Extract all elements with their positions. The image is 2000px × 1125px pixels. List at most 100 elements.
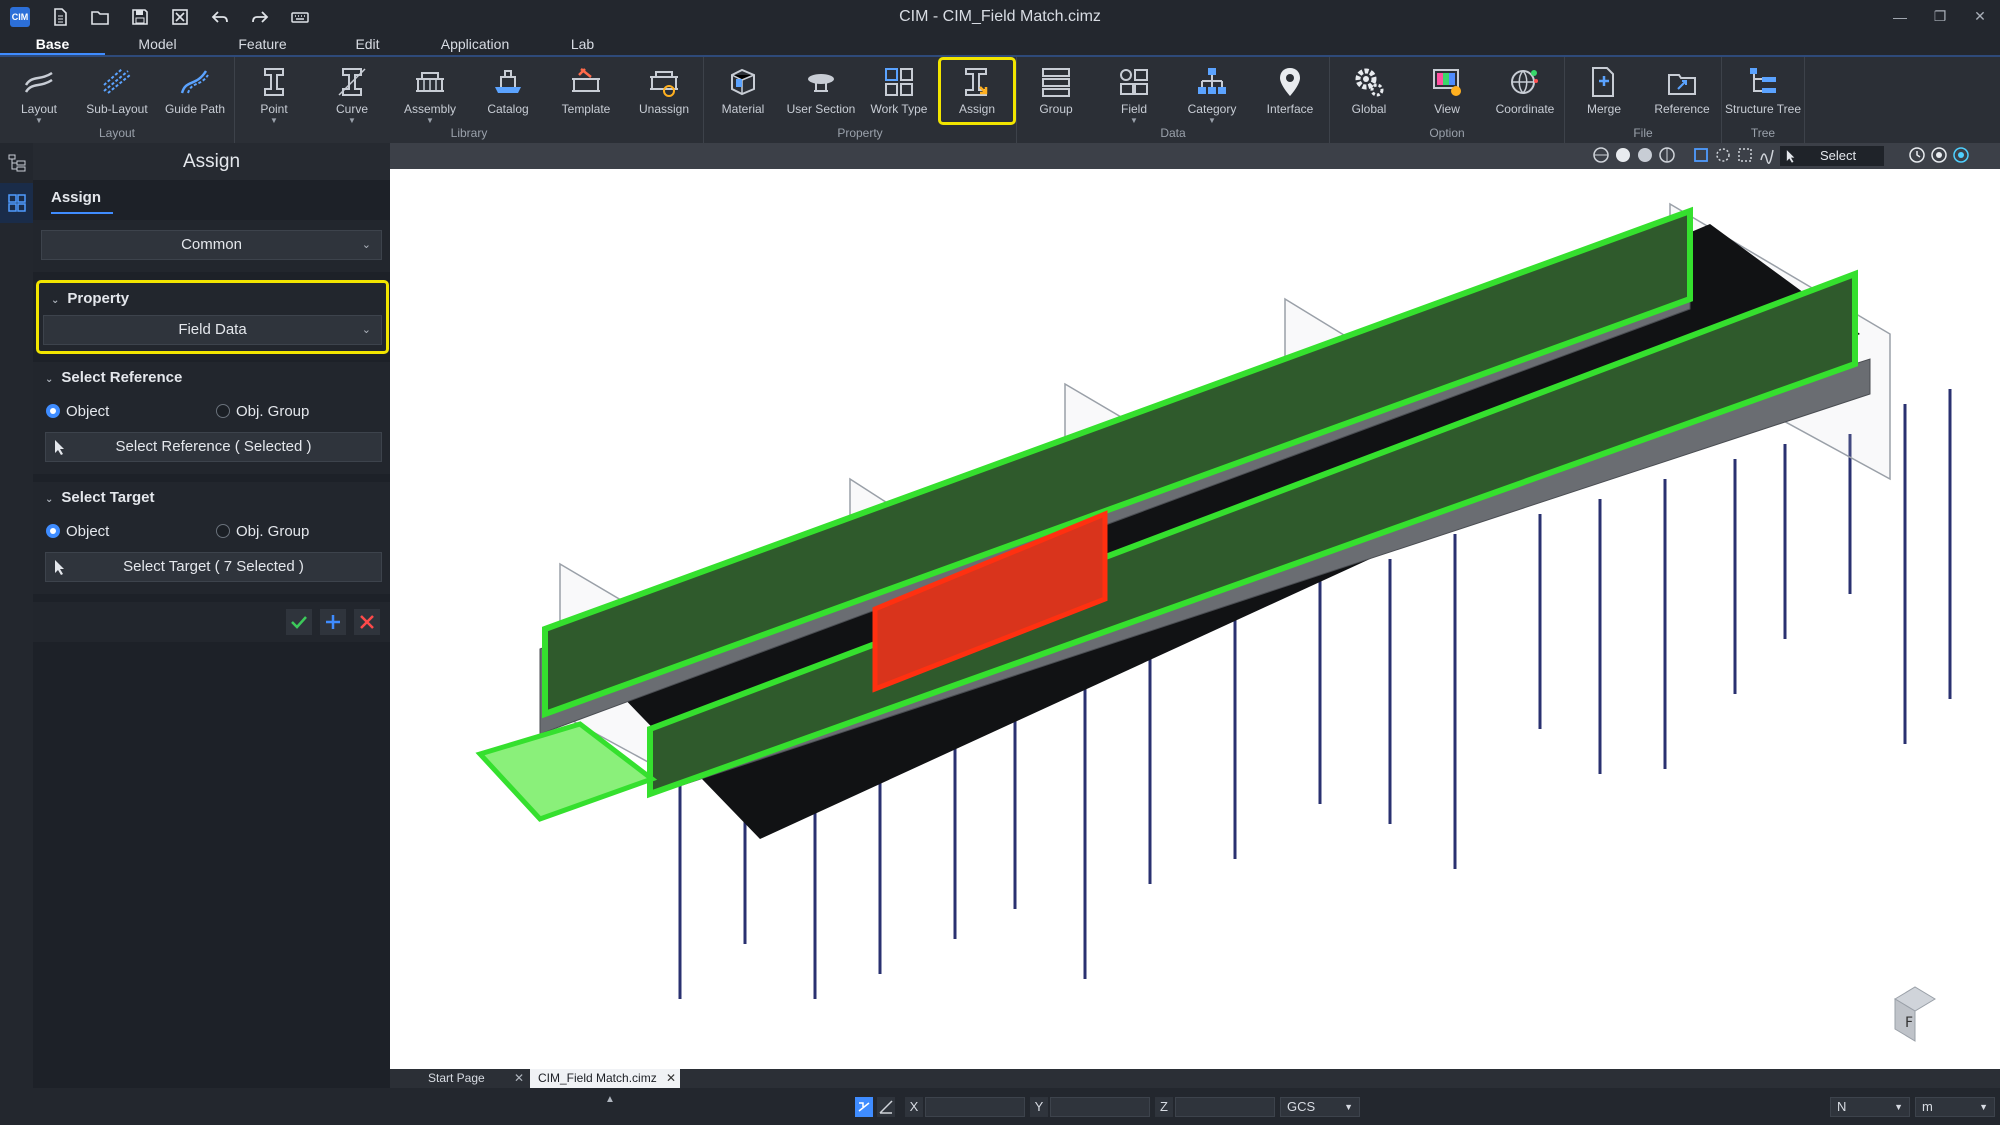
tab-edit[interactable]: Edit <box>315 33 420 55</box>
orbit-button[interactable] <box>1592 146 1610 164</box>
property-dropdown[interactable]: Field Data ⌄ <box>43 315 382 345</box>
ribbon-group-label: Property <box>837 126 883 140</box>
tab-field-match[interactable]: CIM_Field Match.cimz ✕ <box>530 1069 680 1088</box>
common-dropdown[interactable]: Common ⌄ <box>41 230 382 260</box>
point-label: Point <box>260 102 288 116</box>
cancel-button[interactable] <box>354 609 380 635</box>
close-icon[interactable]: ✕ <box>666 1069 676 1088</box>
select-reference-header[interactable]: ⌄ Select Reference <box>33 362 390 394</box>
reference-button[interactable]: Reference <box>1643 57 1721 125</box>
tab-feature[interactable]: Feature <box>210 33 315 55</box>
select-reference-section: ⌄ Select Reference Object Obj. Group Sele… <box>33 362 390 474</box>
folder-open-icon <box>91 10 109 25</box>
curve-button[interactable]: Curve ▼ <box>313 57 391 125</box>
keyboard-button[interactable] <box>280 0 320 33</box>
unit-dropdown[interactable]: m ▼ <box>1915 1097 1995 1117</box>
snap-toggle-button[interactable] <box>855 1097 873 1117</box>
settings-button[interactable] <box>1952 146 1970 164</box>
save-button[interactable] <box>120 0 160 33</box>
merge-button[interactable]: Merge <box>1565 57 1643 125</box>
apply-button[interactable] <box>286 609 312 635</box>
select-mode-dropdown[interactable]: Select <box>1780 146 1884 166</box>
point-icon <box>264 68 284 96</box>
camera-button[interactable] <box>1930 146 1948 164</box>
view-button[interactable]: View <box>1408 57 1486 125</box>
coordinate-button[interactable]: Coordinate <box>1486 57 1564 125</box>
property-header[interactable]: ⌄ Property <box>39 283 386 315</box>
z-coordinate-field[interactable] <box>1175 1097 1275 1117</box>
tab-model[interactable]: Model <box>105 33 210 55</box>
quick-access-toolbar <box>40 0 320 33</box>
wire-sphere-icon <box>1659 147 1675 163</box>
sub-layout-button[interactable]: Sub-Layout <box>78 57 156 125</box>
ortho-toggle-button[interactable] <box>877 1097 895 1117</box>
select-reference-button[interactable]: Select Reference ( Selected ) <box>45 432 382 462</box>
box-select-button[interactable] <box>1692 146 1710 164</box>
group-button[interactable]: Group <box>1017 57 1095 125</box>
target-group-radio[interactable] <box>216 524 230 538</box>
x-coordinate-field[interactable] <box>925 1097 1025 1117</box>
select-target-button[interactable]: Select Target ( 7 Selected ) <box>45 552 382 582</box>
reference-label: Reference <box>1654 102 1710 116</box>
restore-button[interactable]: ❐ <box>1920 0 1960 33</box>
open-file-button[interactable] <box>80 0 120 33</box>
redo-button[interactable] <box>240 0 280 33</box>
tree-panel-button[interactable] <box>0 143 33 183</box>
tab-start-page[interactable]: Start Page ✕ <box>410 1069 528 1088</box>
work-type-button[interactable]: Work Type <box>860 57 938 125</box>
add-button[interactable] <box>320 609 346 635</box>
chevron-down-icon: ▼ <box>1979 1102 1988 1112</box>
new-file-button[interactable] <box>40 0 80 33</box>
target-object-radio[interactable] <box>46 524 60 538</box>
close-file-button[interactable] <box>160 0 200 33</box>
close-window-button[interactable]: ✕ <box>1960 0 2000 33</box>
work-panel-button[interactable] <box>0 183 33 223</box>
tab-lab[interactable]: Lab <box>530 33 635 55</box>
check-icon <box>291 616 307 629</box>
assign-button[interactable]: Assign <box>938 57 1016 125</box>
reference-object-radio[interactable] <box>46 404 60 418</box>
north-dropdown[interactable]: N ▼ <box>1830 1097 1910 1117</box>
structure-tree-button[interactable]: Structure Tree <box>1722 57 1804 125</box>
minimize-button[interactable]: — <box>1880 0 1920 33</box>
category-button[interactable]: Category ▼ <box>1173 57 1251 125</box>
close-icon[interactable]: ✕ <box>514 1069 524 1088</box>
interface-button[interactable]: Interface <box>1251 57 1329 125</box>
chevron-up-icon[interactable]: ▲ <box>605 1094 615 1105</box>
ribbon-group-tree: Structure Tree Tree <box>1722 57 1805 143</box>
assembly-button[interactable]: Assembly ▼ <box>391 57 469 125</box>
lasso-select-button[interactable] <box>1758 146 1776 164</box>
assign-panel: Assign Assign Common ⌄ ⌄ Property Field Da… <box>33 143 390 1088</box>
material-button[interactable]: Material <box>704 57 782 125</box>
solid-mode-button[interactable] <box>1636 146 1654 164</box>
guide-path-button[interactable]: Guide Path <box>156 57 234 125</box>
grid-panel-icon <box>7 194 26 212</box>
tab-application[interactable]: Application <box>420 33 530 55</box>
layout-button[interactable]: Layout ▼ <box>0 57 78 125</box>
box-select-icon <box>1694 148 1708 162</box>
chevron-down-icon: ▼ <box>1344 1102 1353 1112</box>
tab-assign[interactable]: Assign <box>51 189 113 214</box>
user-section-button[interactable]: User Section <box>782 57 860 125</box>
template-label: Template <box>561 102 611 116</box>
shaded-sphere-icon <box>1616 148 1630 162</box>
wire-mode-button[interactable] <box>1658 146 1676 164</box>
catalog-button[interactable]: Catalog <box>469 57 547 125</box>
unassign-button[interactable]: Unassign <box>625 57 703 125</box>
field-button[interactable]: Field ▼ <box>1095 57 1173 125</box>
point-button[interactable]: Point ▼ <box>235 57 313 125</box>
circle-select-button[interactable] <box>1714 146 1732 164</box>
3d-viewport[interactable]: F <box>390 169 2000 1069</box>
y-coordinate-field[interactable] <box>1050 1097 1150 1117</box>
global-button[interactable]: Global <box>1330 57 1408 125</box>
select-target-header[interactable]: ⌄ Select Target <box>33 482 390 514</box>
undo-button[interactable] <box>200 0 240 33</box>
shaded-mode-button[interactable] <box>1614 146 1632 164</box>
reference-group-radio[interactable] <box>216 404 230 418</box>
polygon-select-button[interactable] <box>1736 146 1754 164</box>
coordinate-system-dropdown[interactable]: GCS ▼ <box>1280 1097 1360 1117</box>
tab-base[interactable]: Base <box>0 33 105 55</box>
curve-label: Curve <box>335 102 368 116</box>
template-button[interactable]: Template <box>547 57 625 125</box>
history-button[interactable] <box>1908 146 1926 164</box>
